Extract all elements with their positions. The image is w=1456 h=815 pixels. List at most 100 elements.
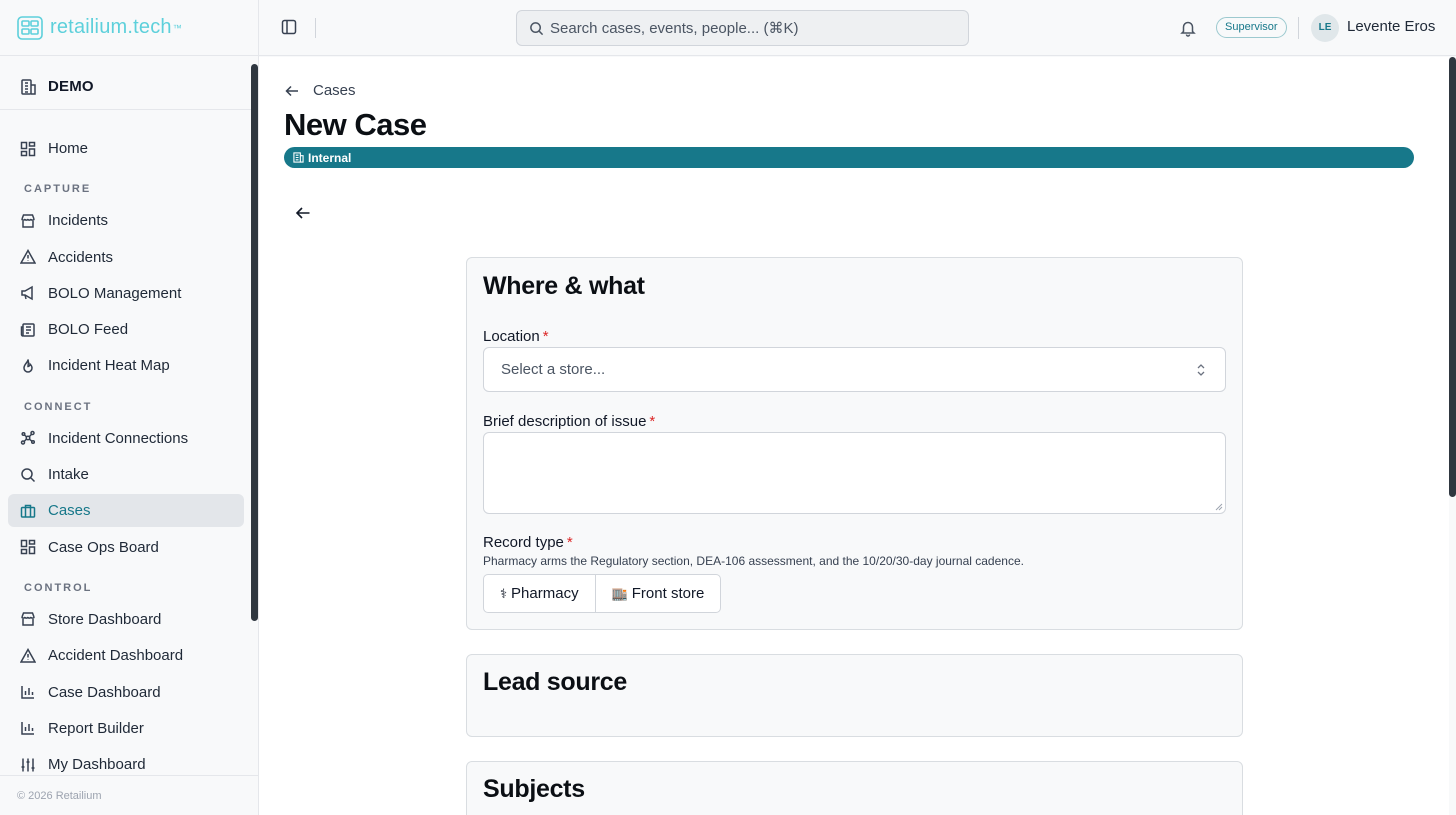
description-label-text: Brief description of issue [483, 413, 647, 430]
sidebar-item-label: Case Ops Board [48, 538, 159, 556]
required-mark: * [566, 534, 573, 551]
location-select[interactable]: Select a store... [483, 347, 1226, 392]
caduceus-icon: ⚕ [500, 585, 508, 601]
sidebar-scrollbar[interactable] [251, 64, 258, 621]
newspaper-icon [20, 322, 35, 337]
breadcrumb[interactable]: Cases [285, 82, 356, 99]
sidebar: retailium.tech ™ DEMO Home CAPTURE Incide… [0, 0, 259, 815]
sidebar-item-case-dashboard[interactable]: Case Dashboard [8, 676, 244, 709]
building-icon [293, 152, 304, 163]
sidebar-item-bolo-feed[interactable]: BOLO Feed [8, 313, 244, 346]
grid-icon [20, 141, 36, 156]
org-switcher[interactable]: DEMO [0, 64, 251, 110]
main-content: Cases New Case Internal Where & what Loc… [259, 57, 1449, 815]
network-icon [20, 431, 36, 446]
record-type-help: Pharmacy arms the Regulatory section, DE… [483, 554, 1024, 568]
sidebar-item-label: My Dashboard [48, 756, 146, 774]
main-scrollbar[interactable] [1449, 57, 1456, 497]
nav-section-capture: CAPTURE [24, 183, 92, 196]
role-badge: Supervisor [1216, 17, 1287, 38]
sidebar-item-accidents[interactable]: Accidents [8, 241, 244, 274]
sidebar-item-label: Incident Connections [48, 429, 189, 447]
org-name: DEMO [48, 78, 94, 95]
brand-name: retailium.tech [50, 16, 172, 38]
sidebar-item-intake[interactable]: Intake [8, 458, 244, 491]
sidebar-item-cases[interactable]: Cases [8, 494, 244, 528]
sidebar-item-incident-heat-map[interactable]: Incident Heat Map [8, 349, 244, 382]
topbar-divider [315, 18, 316, 38]
resize-handle-icon[interactable] [1215, 503, 1223, 511]
visibility-badge: Internal [284, 147, 1414, 168]
grid-icon [20, 539, 36, 555]
record-type-label-text: Record type [483, 534, 564, 551]
record-type-option-label: Front store [631, 585, 705, 602]
store-icon [21, 612, 35, 627]
user-name[interactable]: Levente Eros [1347, 18, 1435, 35]
chevron-up-down-icon [1197, 364, 1205, 376]
sidebar-item-label: Case Dashboard [48, 683, 161, 701]
sidebar-item-store-dashboard[interactable]: Store Dashboard [8, 603, 244, 636]
department-store-icon: 🏬 [611, 585, 628, 601]
warning-triangle-icon [20, 249, 36, 264]
sidebar-item-incidents[interactable]: Incidents [8, 204, 244, 237]
card-title: Subjects [483, 775, 585, 803]
sidebar-item-label: BOLO Management [48, 284, 182, 302]
record-type-option-label: Pharmacy [511, 585, 579, 602]
brand-trademark: ™ [172, 22, 182, 33]
sidebar-item-label: Intake [48, 466, 89, 484]
retailium-logo-icon [17, 15, 43, 40]
sidebar-item-report-builder[interactable]: Report Builder [8, 712, 244, 745]
sidebar-item-case-ops-board[interactable]: Case Ops Board [8, 531, 244, 564]
record-type-label: Record type * [483, 534, 573, 551]
megaphone-icon [21, 286, 33, 301]
breadcrumb-label: Cases [313, 82, 356, 99]
sidebar-item-label: Accidents [48, 248, 114, 266]
sidebar-item-label: Report Builder [48, 719, 144, 737]
subjects-card: Subjects [466, 761, 1243, 815]
card-title: Where & what [483, 272, 645, 300]
warning-triangle-icon [20, 647, 36, 663]
building-icon [21, 78, 36, 95]
sliders-icon [21, 758, 35, 772]
arrow-left-icon [285, 85, 298, 96]
search-icon [21, 467, 36, 482]
card-title: Lead source [483, 668, 627, 696]
sidebar-toggle-icon[interactable] [281, 19, 297, 35]
briefcase-icon [20, 504, 36, 518]
record-type-pharmacy-button[interactable]: ⚕ Pharmacy [484, 575, 595, 612]
location-label-text: Location [483, 328, 540, 345]
sidebar-item-home[interactable]: Home [8, 132, 244, 165]
sidebar-item-label: Accident Dashboard [48, 647, 184, 665]
bar-chart-icon [21, 686, 34, 699]
sidebar-item-label: Store Dashboard [48, 610, 162, 628]
bell-icon[interactable] [1179, 19, 1197, 37]
lead-source-card: Lead source [466, 654, 1243, 737]
nav-section-control: CONTROL [24, 581, 93, 594]
record-type-front-store-button[interactable]: 🏬 Front store [594, 575, 721, 612]
description-textarea[interactable] [483, 432, 1226, 514]
avatar[interactable]: LE [1311, 14, 1339, 42]
search-input[interactable] [550, 19, 950, 37]
brand[interactable]: retailium.tech ™ [0, 0, 258, 56]
store-icon [21, 214, 35, 228]
location-select-value: Select a store... [501, 361, 606, 378]
sidebar-item-label: Incidents [48, 212, 109, 230]
visibility-label: Internal [308, 150, 352, 165]
sidebar-item-label: Cases [48, 502, 91, 520]
sidebar-nav: Home CAPTURE Incidents Accidents BOLO Ma… [8, 132, 244, 784]
sidebar-item-label: Incident Heat Map [48, 357, 170, 375]
sidebar-footer: © 2026 Retailium [0, 775, 258, 815]
location-label: Location * [483, 328, 549, 345]
sidebar-item-incident-connections[interactable]: Incident Connections [8, 422, 244, 455]
sidebar-item-accident-dashboard[interactable]: Accident Dashboard [8, 639, 244, 672]
required-mark: * [542, 328, 549, 345]
search-icon [530, 21, 544, 35]
back-arrow-icon[interactable] [295, 205, 311, 221]
record-type-toggle: ⚕ Pharmacy 🏬 Front store [483, 574, 722, 613]
required-mark: * [649, 413, 656, 430]
bar-chart-icon [21, 722, 34, 736]
page-title: New Case [284, 107, 427, 142]
where-what-card: Where & what Location * Select a store...… [466, 257, 1243, 630]
sidebar-item-bolo-management[interactable]: BOLO Management [8, 277, 244, 310]
global-search[interactable] [516, 10, 969, 46]
